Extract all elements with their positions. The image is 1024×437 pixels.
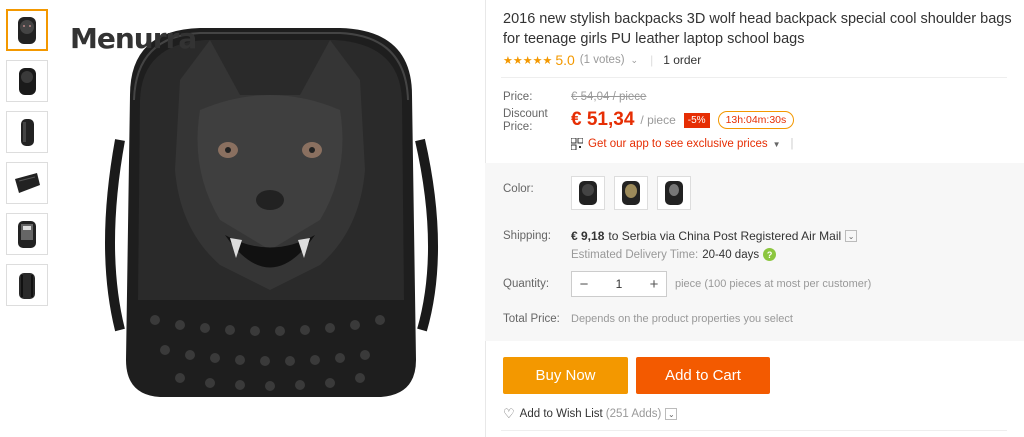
discount-price-row: € 51,34 / piece -5% 13h:04m:30s xyxy=(571,109,795,131)
discount-price: € 51,34 xyxy=(571,109,635,130)
total-price-note: Depends on the product properties you se… xyxy=(571,313,793,325)
order-count: 1 order xyxy=(663,53,702,67)
wish-count: (251 Adds) xyxy=(605,408,662,420)
thumbnail-front[interactable] xyxy=(6,9,48,51)
delivery-time: Estimated Delivery Time: 20-40 days ? xyxy=(571,248,777,261)
divider: | xyxy=(650,53,654,67)
total-price-label: Total Price: xyxy=(503,313,560,325)
buy-now-button[interactable]: Buy Now xyxy=(503,357,628,394)
delivery-label: Estimated Delivery Time: xyxy=(571,248,699,261)
app-promo-text: Get our app to see exclusive prices xyxy=(588,138,768,150)
decrease-button[interactable]: − xyxy=(572,276,596,293)
heart-icon: ♡ xyxy=(503,406,515,421)
thumbnail-back[interactable] xyxy=(6,264,48,306)
thumbnail-side[interactable] xyxy=(6,111,48,153)
original-price: € 54,04 / piece xyxy=(571,91,647,103)
delivery-days: 20-40 days xyxy=(702,248,760,261)
shipping-route: to Serbia via China Post Registered Air … xyxy=(608,229,842,243)
quantity-label: Quantity: xyxy=(503,278,550,290)
chevron-down-icon[interactable]: ⌄ xyxy=(845,230,858,242)
color-label: Color: xyxy=(503,183,534,195)
rating-row: ★★★★★ 5.0 (1 votes) ⌄ | 1 order xyxy=(503,52,701,68)
rating-score: 5.0 xyxy=(555,52,575,68)
product-info: 2016 new stylish backpacks 3D wolf head … xyxy=(485,0,1024,437)
help-icon[interactable]: ? xyxy=(763,248,777,261)
caret-down-icon: ▼ xyxy=(772,139,781,149)
wish-list-label: Add to Wish List xyxy=(519,408,603,420)
quantity-note: piece (100 pieces at most per customer) xyxy=(675,278,872,290)
divider: | xyxy=(790,138,794,150)
countdown-timer: 13h:04m:30s xyxy=(717,111,795,129)
chevron-down-icon[interactable]: ⌄ xyxy=(631,55,639,66)
qr-code-icon xyxy=(571,138,583,150)
add-to-cart-button[interactable]: Add to Cart xyxy=(636,357,770,394)
wish-list-link[interactable]: ♡ Add to Wish List (251 Adds) ⌄ xyxy=(503,406,678,422)
color-option-skull[interactable] xyxy=(657,176,691,210)
price-unit: / piece xyxy=(640,113,676,127)
thumbnail-front-angle[interactable] xyxy=(6,60,48,102)
discount-badge: -5% xyxy=(683,112,710,128)
discount-label-line1: Discount xyxy=(503,108,548,120)
shipping-cost: € 9,18 xyxy=(571,229,605,243)
divider xyxy=(501,77,1007,78)
product-title: 2016 new stylish backpacks 3D wolf head … xyxy=(503,11,1012,47)
discount-label-line2: Price: xyxy=(503,121,533,133)
chevron-down-icon[interactable]: ⌄ xyxy=(665,408,678,420)
votes-link[interactable]: (1 votes) xyxy=(580,54,625,66)
app-promo-link[interactable]: Get our app to see exclusive prices ▼ | xyxy=(571,138,794,150)
color-option-tiger[interactable] xyxy=(614,176,648,210)
thumbnail-open[interactable] xyxy=(6,213,48,255)
product-main-image xyxy=(60,0,480,437)
thumbnail-top[interactable] xyxy=(6,162,48,204)
rating-stars: ★★★★★ xyxy=(503,54,553,67)
divider xyxy=(501,430,1007,431)
quantity-stepper: − 1 + xyxy=(571,271,667,297)
brand-logo: Menurra xyxy=(70,22,197,55)
thumbnail-list xyxy=(6,9,50,315)
increase-button[interactable]: + xyxy=(642,276,666,293)
discount-price-label: Discount Price: xyxy=(503,108,548,134)
shipping-info[interactable]: € 9,18 to Serbia via China Post Register… xyxy=(571,229,858,243)
price-label: Price: xyxy=(503,91,533,103)
shipping-label: Shipping: xyxy=(503,230,551,242)
quantity-input[interactable]: 1 xyxy=(596,277,642,291)
color-option-wolf[interactable] xyxy=(571,176,605,210)
product-page: Menurra 2016 new stylish backpacks 3D wo… xyxy=(0,0,1024,437)
